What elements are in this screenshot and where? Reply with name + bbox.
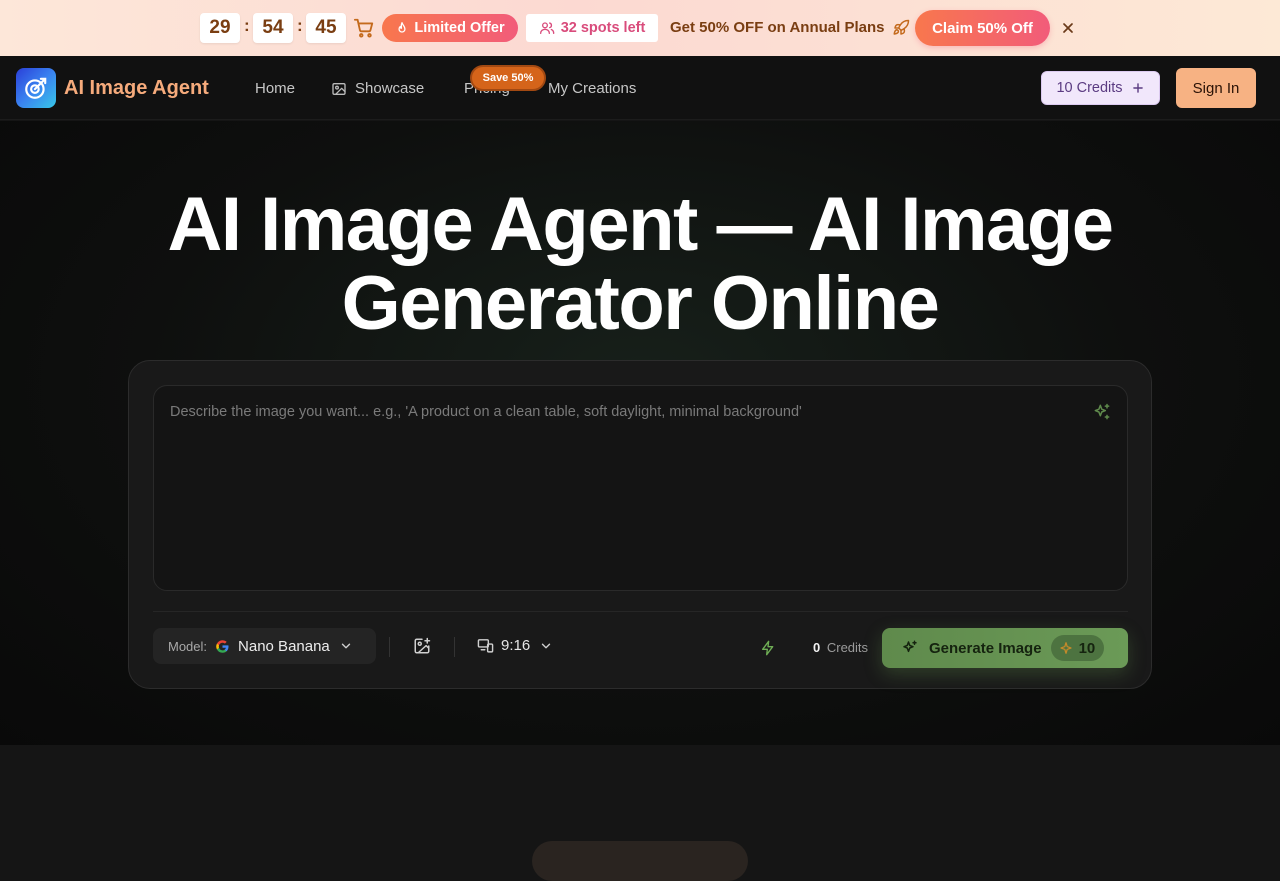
sparkle-icon — [903, 640, 917, 653]
promo-headline: Get 50% OFF on Annual Plans — [670, 19, 885, 36]
brand-name[interactable]: AI Image Agent — [64, 77, 209, 100]
gallery-icon — [332, 82, 346, 95]
claim-offer-button[interactable]: Claim 50% Off — [915, 10, 1050, 46]
model-name: Nano Banana — [238, 637, 330, 655]
aspect-ratio-value: 9:16 — [501, 637, 531, 654]
toolbar-separator — [389, 637, 390, 657]
generate-cost-badge: 10 — [1050, 635, 1105, 661]
sparkle-icon[interactable] — [1092, 402, 1112, 422]
spots-left-label: 32 spots left — [560, 20, 646, 36]
timer-seconds: 54 — [253, 13, 293, 43]
toolbar-separator — [454, 637, 455, 657]
timer-separator: : — [297, 16, 303, 35]
plus-icon — [1132, 83, 1143, 93]
timer-separator: : — [244, 16, 250, 35]
close-icon[interactable] — [1060, 20, 1076, 36]
credits-label: 10 Credits — [1056, 80, 1123, 96]
cart-icon — [353, 18, 374, 38]
devices-icon — [477, 639, 494, 653]
pricing-discount-badge: Save 50% — [470, 65, 546, 91]
hero-title: AI Image Agent — AI Image Generator Onli… — [140, 185, 1140, 343]
prompt-textarea[interactable]: Describe the image you want... e.g., 'A … — [153, 385, 1128, 591]
generator-panel: Describe the image you want... e.g., 'A … — [128, 360, 1152, 689]
nav-link-showcase[interactable]: Showcase — [331, 80, 424, 97]
credits-balance-value: 0 — [813, 640, 821, 655]
limited-offer-label: Limited Offer — [414, 20, 505, 36]
generate-cost-value: 10 — [1078, 639, 1096, 657]
flame-icon — [398, 21, 406, 33]
brand-logo[interactable] — [16, 68, 56, 108]
model-label: Model: — [168, 638, 208, 654]
credits-button[interactable]: 10 Credits — [1041, 71, 1160, 105]
users-icon — [539, 22, 555, 34]
credits-balance-label: Credits — [826, 640, 869, 655]
limited-offer-badge: Limited Offer — [382, 14, 518, 42]
nav-link-my-creations[interactable]: My Creations — [548, 80, 636, 97]
rocket-icon — [893, 19, 910, 35]
spots-left-badge: 32 spots left — [526, 14, 658, 42]
timer-centis: 45 — [306, 13, 346, 43]
panel-divider — [153, 611, 1128, 612]
hero-title-line-2: Generator Online — [341, 261, 940, 346]
timer-minutes: 29 — [200, 13, 240, 43]
chevron-down-icon — [341, 643, 350, 649]
prompt-placeholder: Describe the image you want... e.g., 'A … — [170, 404, 802, 420]
generate-image-button[interactable]: Generate Image 10 — [882, 628, 1128, 668]
google-icon — [216, 639, 229, 653]
hero-section: AI Image Agent — AI Image Generator Onli… — [0, 121, 1280, 745]
target-logo-icon — [25, 77, 47, 99]
top-navigation: AI Image Agent Home Showcase Pricing Sav… — [0, 56, 1280, 120]
next-section — [0, 745, 1280, 881]
image-upload-icon[interactable] — [413, 637, 431, 655]
nav-link-showcase-label: Showcase — [355, 80, 425, 97]
coin-sparkle-icon — [1059, 642, 1072, 654]
generate-image-label: Generate Image — [929, 639, 1042, 657]
section-pill — [532, 841, 748, 881]
nav-link-home[interactable]: Home — [255, 80, 295, 97]
model-selector[interactable]: Model: Nano Banana — [153, 628, 376, 664]
aspect-ratio-selector[interactable]: 9:16 — [477, 637, 553, 654]
sign-in-button[interactable]: Sign In — [1176, 68, 1256, 108]
chevron-down-icon — [542, 643, 551, 648]
credits-balance: 0 Credits — [813, 640, 868, 655]
promo-banner: 29 : 54 : 45 Limited Offer 32 spots left… — [0, 0, 1280, 56]
hero-title-line-1: AI Image Agent — AI Image — [167, 182, 1114, 267]
lightning-icon — [762, 640, 774, 656]
